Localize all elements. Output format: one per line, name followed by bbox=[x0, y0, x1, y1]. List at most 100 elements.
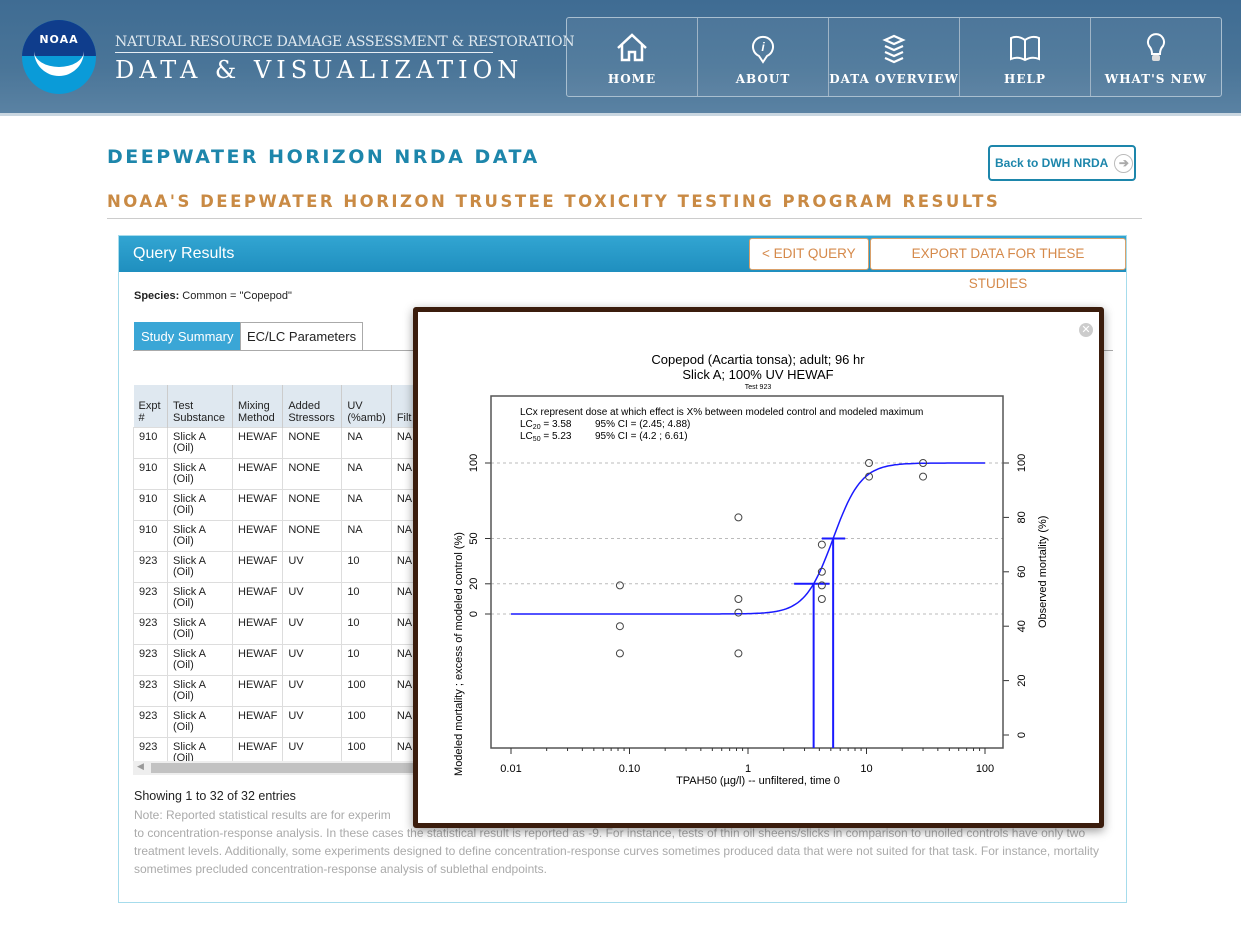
main-nav: HOME i ABOUT DATA OVERVIEW HELP WHAT'S NE… bbox=[566, 17, 1222, 97]
table-cell: UV bbox=[282, 550, 343, 583]
column-header[interactable]: Added Stressors bbox=[282, 385, 343, 427]
x-tick-label: 0.10 bbox=[619, 763, 640, 775]
layers-icon bbox=[882, 34, 906, 64]
table-cell: 10 bbox=[341, 612, 392, 645]
data-point bbox=[615, 622, 624, 631]
table-cell: Slick A (Oil) bbox=[167, 674, 233, 707]
table-cell: 923 bbox=[133, 612, 168, 645]
table-cell: Slick A (Oil) bbox=[167, 550, 233, 583]
divider bbox=[115, 52, 493, 53]
nav-help[interactable]: HELP bbox=[960, 18, 1091, 96]
table-row: 923 Slick A (Oil) HEWAF UV 100 NA bbox=[133, 705, 419, 738]
edit-query-button[interactable]: < EDIT QUERY bbox=[749, 238, 869, 270]
column-header[interactable]: Test Substance bbox=[167, 385, 233, 427]
table-cell: HEWAF bbox=[231, 581, 284, 614]
table-row: 923 Slick A (Oil) HEWAF UV 10 NA bbox=[133, 550, 419, 583]
table-cell: UV bbox=[282, 705, 343, 738]
column-header[interactable]: Expt # bbox=[133, 385, 168, 427]
lc-ci: 95% CI = (4.2 ; 6.61) bbox=[595, 431, 688, 442]
site-subtitle: NATURAL RESOURCE DAMAGE ASSESSMENT & RES… bbox=[115, 34, 575, 50]
divider bbox=[107, 218, 1142, 219]
chart-annotation: LCx represent dose at which effect is X%… bbox=[520, 407, 923, 418]
back-label: Back to DWH NRDA bbox=[995, 156, 1109, 170]
table-cell: Slick A (Oil) bbox=[167, 612, 233, 645]
table-cell: NA bbox=[341, 519, 392, 552]
table-cell: NONE bbox=[282, 488, 343, 521]
data-point bbox=[615, 581, 624, 590]
table-cell: HEWAF bbox=[231, 612, 284, 645]
svg-text:i: i bbox=[761, 40, 765, 54]
table-cell: 10 bbox=[341, 550, 392, 583]
tab-ec-lc-parameters[interactable]: EC/LC Parameters bbox=[240, 322, 364, 351]
info-icon: i bbox=[752, 35, 774, 64]
data-point bbox=[919, 472, 928, 481]
table-row: 923 Slick A (Oil) HEWAF UV 100 NA bbox=[133, 674, 419, 707]
table-cell: UV bbox=[282, 674, 343, 707]
chart-subtitle: Slick A; 100% UV HEWAF bbox=[682, 367, 833, 382]
table-cell: UV bbox=[282, 643, 343, 676]
scrollbar-thumb[interactable] bbox=[151, 763, 421, 773]
tab-study-summary[interactable]: Study Summary bbox=[134, 322, 241, 351]
data-point bbox=[817, 595, 826, 603]
table-cell: 910 bbox=[133, 426, 168, 459]
table-cell: NONE bbox=[282, 426, 343, 459]
lightbulb-icon bbox=[1147, 33, 1165, 61]
data-point bbox=[734, 608, 743, 617]
table-row: 910 Slick A (Oil) HEWAF NONE NA NA bbox=[133, 488, 419, 521]
y-tick-label-right: 60 bbox=[1016, 566, 1028, 578]
table-cell: HEWAF bbox=[231, 457, 284, 490]
export-data-button[interactable]: EXPORT DATA FOR THESE STUDIES bbox=[870, 238, 1126, 291]
table-cell: HEWAF bbox=[231, 488, 284, 521]
table-cell: NA bbox=[341, 488, 392, 521]
column-header[interactable]: UV (%amb) bbox=[341, 385, 392, 427]
table-cell: 100 bbox=[341, 705, 392, 738]
y-tick-label-right: 0 bbox=[1016, 732, 1028, 738]
table-row: 910 Slick A (Oil) HEWAF NONE NA NA bbox=[133, 426, 419, 459]
nav-whats-new[interactable]: WHAT'S NEW bbox=[1091, 18, 1221, 96]
book-icon bbox=[1010, 35, 1040, 62]
table-cell: HEWAF bbox=[231, 519, 284, 552]
table-cell: 923 bbox=[133, 705, 168, 738]
table-cell: NONE bbox=[282, 519, 343, 552]
table-cell: UV bbox=[282, 612, 343, 645]
panel-header: Query Results < EDIT QUERY EXPORT DATA F… bbox=[119, 236, 1126, 291]
table-cell: HEWAF bbox=[231, 643, 284, 676]
table-cell: 923 bbox=[133, 643, 168, 676]
lc-label: LC50 = 5.23 bbox=[520, 431, 572, 443]
site-header: NOAA NATURAL RESOURCE DAMAGE ASSESSMENT … bbox=[0, 0, 1241, 113]
table-row: 923 Slick A (Oil) HEWAF UV 10 NA bbox=[133, 643, 419, 676]
table-cell: NONE bbox=[282, 457, 343, 490]
horizontal-scrollbar[interactable]: ◀ bbox=[133, 761, 421, 775]
home-icon bbox=[617, 33, 647, 62]
table-cell: Slick A (Oil) bbox=[167, 519, 233, 552]
page-subtitle: NOAA'S DEEPWATER HORIZON TRUSTEE TOXICIT… bbox=[107, 192, 1001, 211]
lc-label: LC20 = 3.58 bbox=[520, 419, 572, 431]
data-point bbox=[615, 649, 624, 658]
y-tick-label-right: 100 bbox=[1016, 454, 1028, 472]
chart-modal: ✕ Copepod (Acartia tonsa); adult; 96 hr S… bbox=[413, 307, 1104, 828]
table-cell: Slick A (Oil) bbox=[167, 705, 233, 738]
y-tick-label-left: 100 bbox=[468, 454, 480, 472]
page-title: DEEPWATER HORIZON NRDA DATA bbox=[107, 146, 540, 168]
species-filter: Species: Common = "Copepod" bbox=[134, 290, 292, 302]
back-to-dwh-button[interactable]: Back to DWH NRDA ➔ bbox=[988, 145, 1136, 181]
table-cell: NA bbox=[341, 426, 392, 459]
nav-home[interactable]: HOME bbox=[567, 18, 698, 96]
table-cell: Slick A (Oil) bbox=[167, 643, 233, 676]
y-tick-label-right: 20 bbox=[1016, 674, 1028, 686]
data-point bbox=[734, 513, 743, 522]
table-cell: Slick A (Oil) bbox=[167, 488, 233, 521]
table-cell: HEWAF bbox=[231, 674, 284, 707]
data-point bbox=[734, 649, 743, 658]
panel-title: Query Results bbox=[133, 245, 235, 262]
nav-about[interactable]: i ABOUT bbox=[698, 18, 829, 96]
table-cell: 923 bbox=[133, 550, 168, 583]
data-point bbox=[817, 540, 826, 549]
table-row: 910 Slick A (Oil) HEWAF NONE NA NA bbox=[133, 519, 419, 552]
table-cell: 910 bbox=[133, 457, 168, 490]
table-cell: UV bbox=[282, 581, 343, 614]
nav-data-overview[interactable]: DATA OVERVIEW bbox=[829, 18, 960, 96]
column-header[interactable]: Mixing Method bbox=[232, 385, 284, 427]
data-point bbox=[734, 595, 743, 603]
noaa-logo[interactable]: NOAA bbox=[22, 20, 96, 94]
